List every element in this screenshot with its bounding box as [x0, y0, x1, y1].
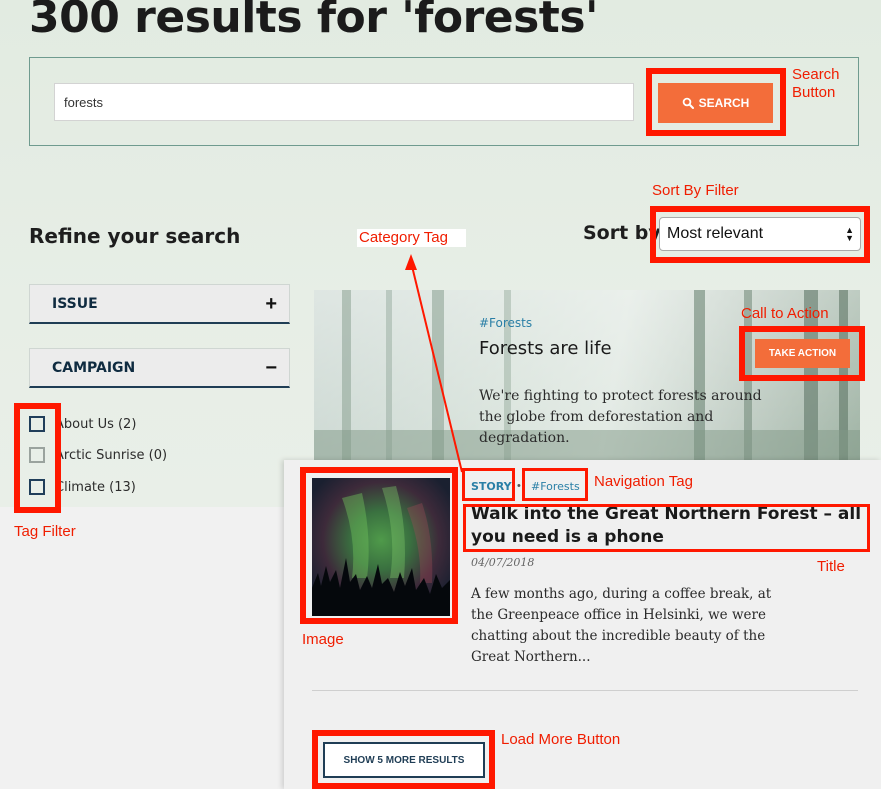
- annotation-title: Title: [817, 558, 845, 575]
- filter-group-label: ISSUE: [52, 295, 98, 312]
- feature-description: We're fighting to protect forests around…: [479, 388, 762, 446]
- result-date: 04/07/2018: [471, 556, 535, 569]
- result-title[interactable]: Walk into the Great Northern Forest – al…: [471, 503, 866, 549]
- filter-option-label: Arctic Sunrise (0): [55, 447, 168, 463]
- annotation-sort-filter: Sort By Filter: [652, 182, 739, 199]
- sort-by-label: Sort by: [583, 222, 661, 244]
- annotation-search-button: Search Button: [792, 66, 840, 101]
- filter-group-campaign[interactable]: CAMPAIGN −: [29, 348, 290, 388]
- filter-option-about-us[interactable]: About Us (2): [29, 413, 136, 435]
- annotation-load-more-button: Load More Button: [501, 731, 621, 748]
- filter-option-label: Climate (13): [55, 479, 136, 495]
- sort-selected-value: Most relevant: [667, 225, 764, 242]
- divider: [312, 690, 858, 691]
- page-title: 300 results for 'forests': [29, 0, 599, 43]
- sort-select[interactable]: Most relevant ▲ ▼: [659, 217, 861, 251]
- checkbox[interactable]: [29, 447, 45, 463]
- checkbox[interactable]: [29, 479, 45, 495]
- filter-option-arctic-sunrise[interactable]: Arctic Sunrise (0): [29, 444, 167, 466]
- annotation-tag-filter: Tag Filter: [14, 523, 76, 540]
- filter-group-issue[interactable]: ISSUE +: [29, 284, 290, 324]
- aurora-image-graphic: [312, 478, 450, 616]
- navigation-tag[interactable]: #Forests: [531, 480, 580, 493]
- tag-separator: •: [517, 480, 521, 492]
- filter-option-label: About Us (2): [55, 416, 137, 432]
- expand-plus-icon[interactable]: +: [265, 294, 277, 314]
- load-more-button[interactable]: SHOW 5 MORE RESULTS: [323, 742, 485, 778]
- annotation-call-to-action: Call to Action: [741, 305, 829, 322]
- filter-group-label: CAMPAIGN: [52, 359, 136, 376]
- content-type-tag[interactable]: STORY: [471, 480, 512, 493]
- filter-option-climate[interactable]: Climate (13): [29, 476, 136, 498]
- refine-search-heading: Refine your search: [29, 224, 241, 248]
- search-icon: [682, 97, 694, 109]
- annotation-category-tag: Category Tag: [357, 229, 466, 247]
- result-excerpt: A few months ago, during a coffee break,…: [471, 586, 772, 665]
- collapse-minus-icon[interactable]: −: [265, 358, 277, 378]
- checkbox[interactable]: [29, 416, 45, 432]
- take-action-button[interactable]: TAKE ACTION: [755, 339, 850, 368]
- search-button-label: SEARCH: [698, 96, 750, 110]
- category-tag[interactable]: #Forests: [479, 316, 532, 330]
- search-input[interactable]: [54, 83, 634, 121]
- feature-title[interactable]: Forests are life: [479, 338, 612, 359]
- annotation-image: Image: [302, 631, 344, 648]
- select-arrows-icon: ▲ ▼: [845, 225, 854, 243]
- aurora-forest-image[interactable]: [312, 478, 450, 616]
- search-button[interactable]: SEARCH: [658, 83, 773, 123]
- annotation-navigation-tag: Navigation Tag: [594, 473, 693, 490]
